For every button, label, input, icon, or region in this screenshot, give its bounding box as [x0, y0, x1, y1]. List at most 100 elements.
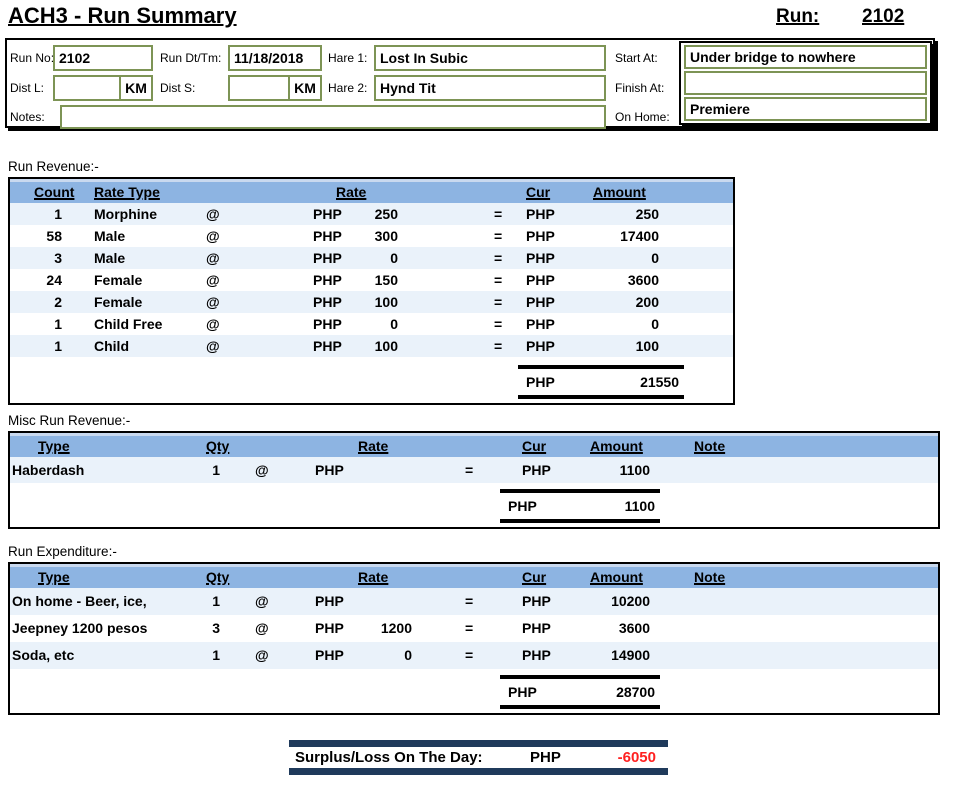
- row-qty: 1: [160, 642, 220, 669]
- col-cur: Cur: [526, 182, 550, 202]
- notes-label: Notes:: [10, 105, 45, 129]
- col-cur: Cur: [522, 567, 546, 587]
- surplus-loss-summary: Surplus/Loss On The Day: PHP -6050: [289, 740, 668, 775]
- hare2-label: Hare 2:: [328, 75, 367, 101]
- at-sign: @: [206, 225, 220, 247]
- hare2-field[interactable]: Hynd Tit: [374, 75, 606, 101]
- dist-l-field[interactable]: KM: [53, 75, 153, 101]
- col-type: Type: [38, 436, 70, 456]
- row-currency: PHP: [526, 203, 555, 225]
- location-panel: Under bridge to nowhere Premiere: [679, 41, 932, 125]
- table-row: 3 Male @ PHP 0 = PHP 0: [10, 247, 733, 269]
- col-rate: Rate: [336, 182, 366, 202]
- on-home-field[interactable]: Premiere: [684, 97, 927, 121]
- table-row: 1 Child @ PHP 100 = PHP 100: [10, 335, 733, 357]
- footer-bottom-bar: [289, 768, 668, 775]
- row-count: 24: [10, 269, 62, 291]
- finish-at-label: Finish At:: [615, 75, 664, 101]
- row-type: Child Free: [94, 313, 162, 335]
- notes-field[interactable]: [60, 105, 606, 129]
- row-type: Morphine: [94, 203, 157, 225]
- rate-currency: PHP: [315, 588, 344, 615]
- row-type: Female: [94, 291, 142, 313]
- col-amount: Amount: [593, 182, 646, 202]
- row-amount: 17400: [560, 225, 659, 247]
- row-currency: PHP: [526, 247, 555, 269]
- dist-l-label: Dist L:: [10, 75, 44, 101]
- row-rate: 100: [330, 291, 398, 313]
- on-home-label: On Home:: [615, 105, 670, 129]
- total-currency: PHP: [508, 493, 537, 519]
- run-no-field[interactable]: 2102: [53, 45, 153, 71]
- row-currency: PHP: [526, 225, 555, 247]
- at-sign: @: [206, 203, 220, 225]
- row-amount: 1100: [550, 457, 650, 483]
- row-count: 2: [10, 291, 62, 313]
- row-amount: 10200: [550, 588, 650, 615]
- revenue-section-label: Run Revenue:-: [8, 159, 99, 174]
- row-currency: PHP: [526, 335, 555, 357]
- revenue-table: Count Rate Type Rate Cur Amount 1 Morphi…: [8, 177, 735, 405]
- table-row: On home - Beer, ice, 1 @ PHP = PHP 10200: [10, 588, 938, 615]
- col-rate: Rate: [358, 567, 388, 587]
- table-row: Soda, etc 1 @ PHP 0 = PHP 14900: [10, 642, 938, 669]
- equals-sign: =: [465, 588, 473, 615]
- row-amount: 100: [560, 335, 659, 357]
- misc-revenue-table: Type Qty Rate Cur Amount Note Haberdash …: [8, 431, 940, 529]
- equals-sign: =: [494, 313, 502, 335]
- revenue-table-header: Count Rate Type Rate Cur Amount: [10, 179, 733, 203]
- at-sign: @: [206, 269, 220, 291]
- equals-sign: =: [494, 269, 502, 291]
- row-rate: 0: [330, 247, 398, 269]
- finish-at-field[interactable]: [684, 71, 927, 95]
- surplus-loss-label: Surplus/Loss On The Day:: [295, 747, 483, 768]
- table-row: 2 Female @ PHP 100 = PHP 200: [10, 291, 733, 313]
- row-type: Male: [94, 247, 125, 269]
- equals-sign: =: [494, 291, 502, 313]
- table-row: 1 Child Free @ PHP 0 = PHP 0: [10, 313, 733, 335]
- surplus-loss-currency: PHP: [530, 747, 561, 768]
- row-qty: 1: [160, 588, 220, 615]
- row-rate: 300: [330, 225, 398, 247]
- table-row: 24 Female @ PHP 150 = PHP 3600: [10, 269, 733, 291]
- row-currency: PHP: [526, 313, 555, 335]
- equals-sign: =: [465, 457, 473, 483]
- row-type: Male: [94, 225, 125, 247]
- equals-sign: =: [494, 247, 502, 269]
- col-note: Note: [694, 436, 725, 456]
- hare1-label: Hare 1:: [328, 45, 367, 71]
- expenditure-table-header: Type Qty Rate Cur Amount Note: [10, 564, 938, 588]
- table-row: 58 Male @ PHP 300 = PHP 17400: [10, 225, 733, 247]
- equals-sign: =: [494, 203, 502, 225]
- row-count: 1: [10, 313, 62, 335]
- equals-sign: =: [465, 642, 473, 669]
- col-amount: Amount: [590, 436, 643, 456]
- row-amount: 14900: [550, 642, 650, 669]
- row-currency: PHP: [522, 457, 551, 483]
- row-rate: 150: [330, 269, 398, 291]
- expenditure-total: PHP 28700: [500, 675, 660, 709]
- col-note: Note: [694, 567, 725, 587]
- row-qty: 1: [160, 457, 220, 483]
- at-sign: @: [206, 291, 220, 313]
- at-sign: @: [255, 457, 269, 483]
- rate-currency: PHP: [315, 457, 344, 483]
- run-dt-field[interactable]: 11/18/2018: [228, 45, 322, 71]
- row-type: On home - Beer, ice,: [12, 588, 147, 615]
- table-row: 1 Morphine @ PHP 250 = PHP 250: [10, 203, 733, 225]
- start-at-field[interactable]: Under bridge to nowhere: [684, 45, 927, 69]
- page-title: ACH3 - Run Summary: [8, 3, 237, 29]
- row-rate: 250: [330, 203, 398, 225]
- total-amount: 21550: [640, 369, 679, 395]
- run-header-label: Run:: [776, 6, 819, 28]
- row-currency: PHP: [522, 642, 551, 669]
- row-rate: 0: [340, 642, 412, 669]
- run-dt-label: Run Dt/Tm:: [160, 45, 221, 71]
- row-currency: PHP: [522, 588, 551, 615]
- hare1-field[interactable]: Lost In Subic: [374, 45, 606, 71]
- dist-s-field[interactable]: KM: [228, 75, 322, 101]
- equals-sign: =: [494, 225, 502, 247]
- row-count: 1: [10, 335, 62, 357]
- expenditure-section-label: Run Expenditure:-: [8, 544, 117, 559]
- table-row: Jeepney 1200 pesos 3 @ PHP 1200 = PHP 36…: [10, 615, 938, 642]
